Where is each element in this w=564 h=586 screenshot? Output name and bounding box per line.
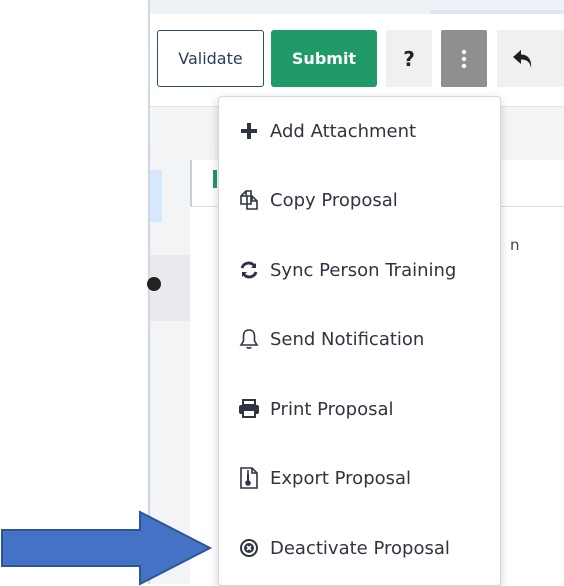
submit-button[interactable]: Submit (271, 30, 377, 87)
pointer-arrow-icon (1, 510, 213, 586)
deactivate-circle-x-icon (238, 537, 260, 559)
menu-item-label: Send Notification (270, 328, 425, 350)
undo-button[interactable] (497, 30, 564, 87)
export-file-icon (238, 467, 260, 489)
menu-item-send-notification[interactable]: Send Notification (218, 309, 499, 369)
validate-button[interactable]: Validate (157, 30, 264, 87)
menu-item-deactivate-proposal[interactable]: Deactivate Proposal (218, 518, 499, 578)
tab-indicator (213, 170, 217, 188)
bell-icon (238, 328, 260, 350)
plus-icon (238, 120, 260, 142)
content-text-fragment: n (510, 236, 520, 254)
menu-item-label: Deactivate Proposal (270, 537, 450, 559)
submit-button-label: Submit (291, 49, 357, 68)
more-actions-button[interactable] (441, 30, 487, 87)
info-dot-icon (147, 277, 161, 291)
help-button-label: ? (403, 46, 415, 71)
vertical-ellipsis-icon (461, 49, 467, 68)
menu-item-print-proposal[interactable]: Print Proposal (218, 379, 499, 439)
tab-divider (190, 160, 192, 206)
menu-item-label: Add Attachment (270, 120, 417, 142)
menu-item-label: Sync Person Training (270, 259, 457, 281)
left-panel-selected-item[interactable] (150, 170, 162, 222)
printer-icon (238, 398, 260, 420)
help-button[interactable]: ? (386, 30, 432, 87)
menu-item-copy-proposal[interactable]: Copy Proposal (218, 170, 499, 230)
copy-icon (238, 189, 260, 211)
undo-arrow-icon (513, 49, 532, 68)
menu-item-label: Print Proposal (270, 398, 394, 420)
menu-item-add-attachment[interactable]: Add Attachment (218, 101, 499, 161)
sync-icon (238, 259, 260, 281)
menu-item-export-proposal[interactable]: Export Proposal (218, 448, 499, 508)
validate-button-label: Validate (178, 49, 243, 68)
menu-item-label: Copy Proposal (270, 189, 398, 211)
menu-item-sync-person-training[interactable]: Sync Person Training (218, 240, 499, 300)
menu-item-label: Export Proposal (270, 467, 412, 489)
